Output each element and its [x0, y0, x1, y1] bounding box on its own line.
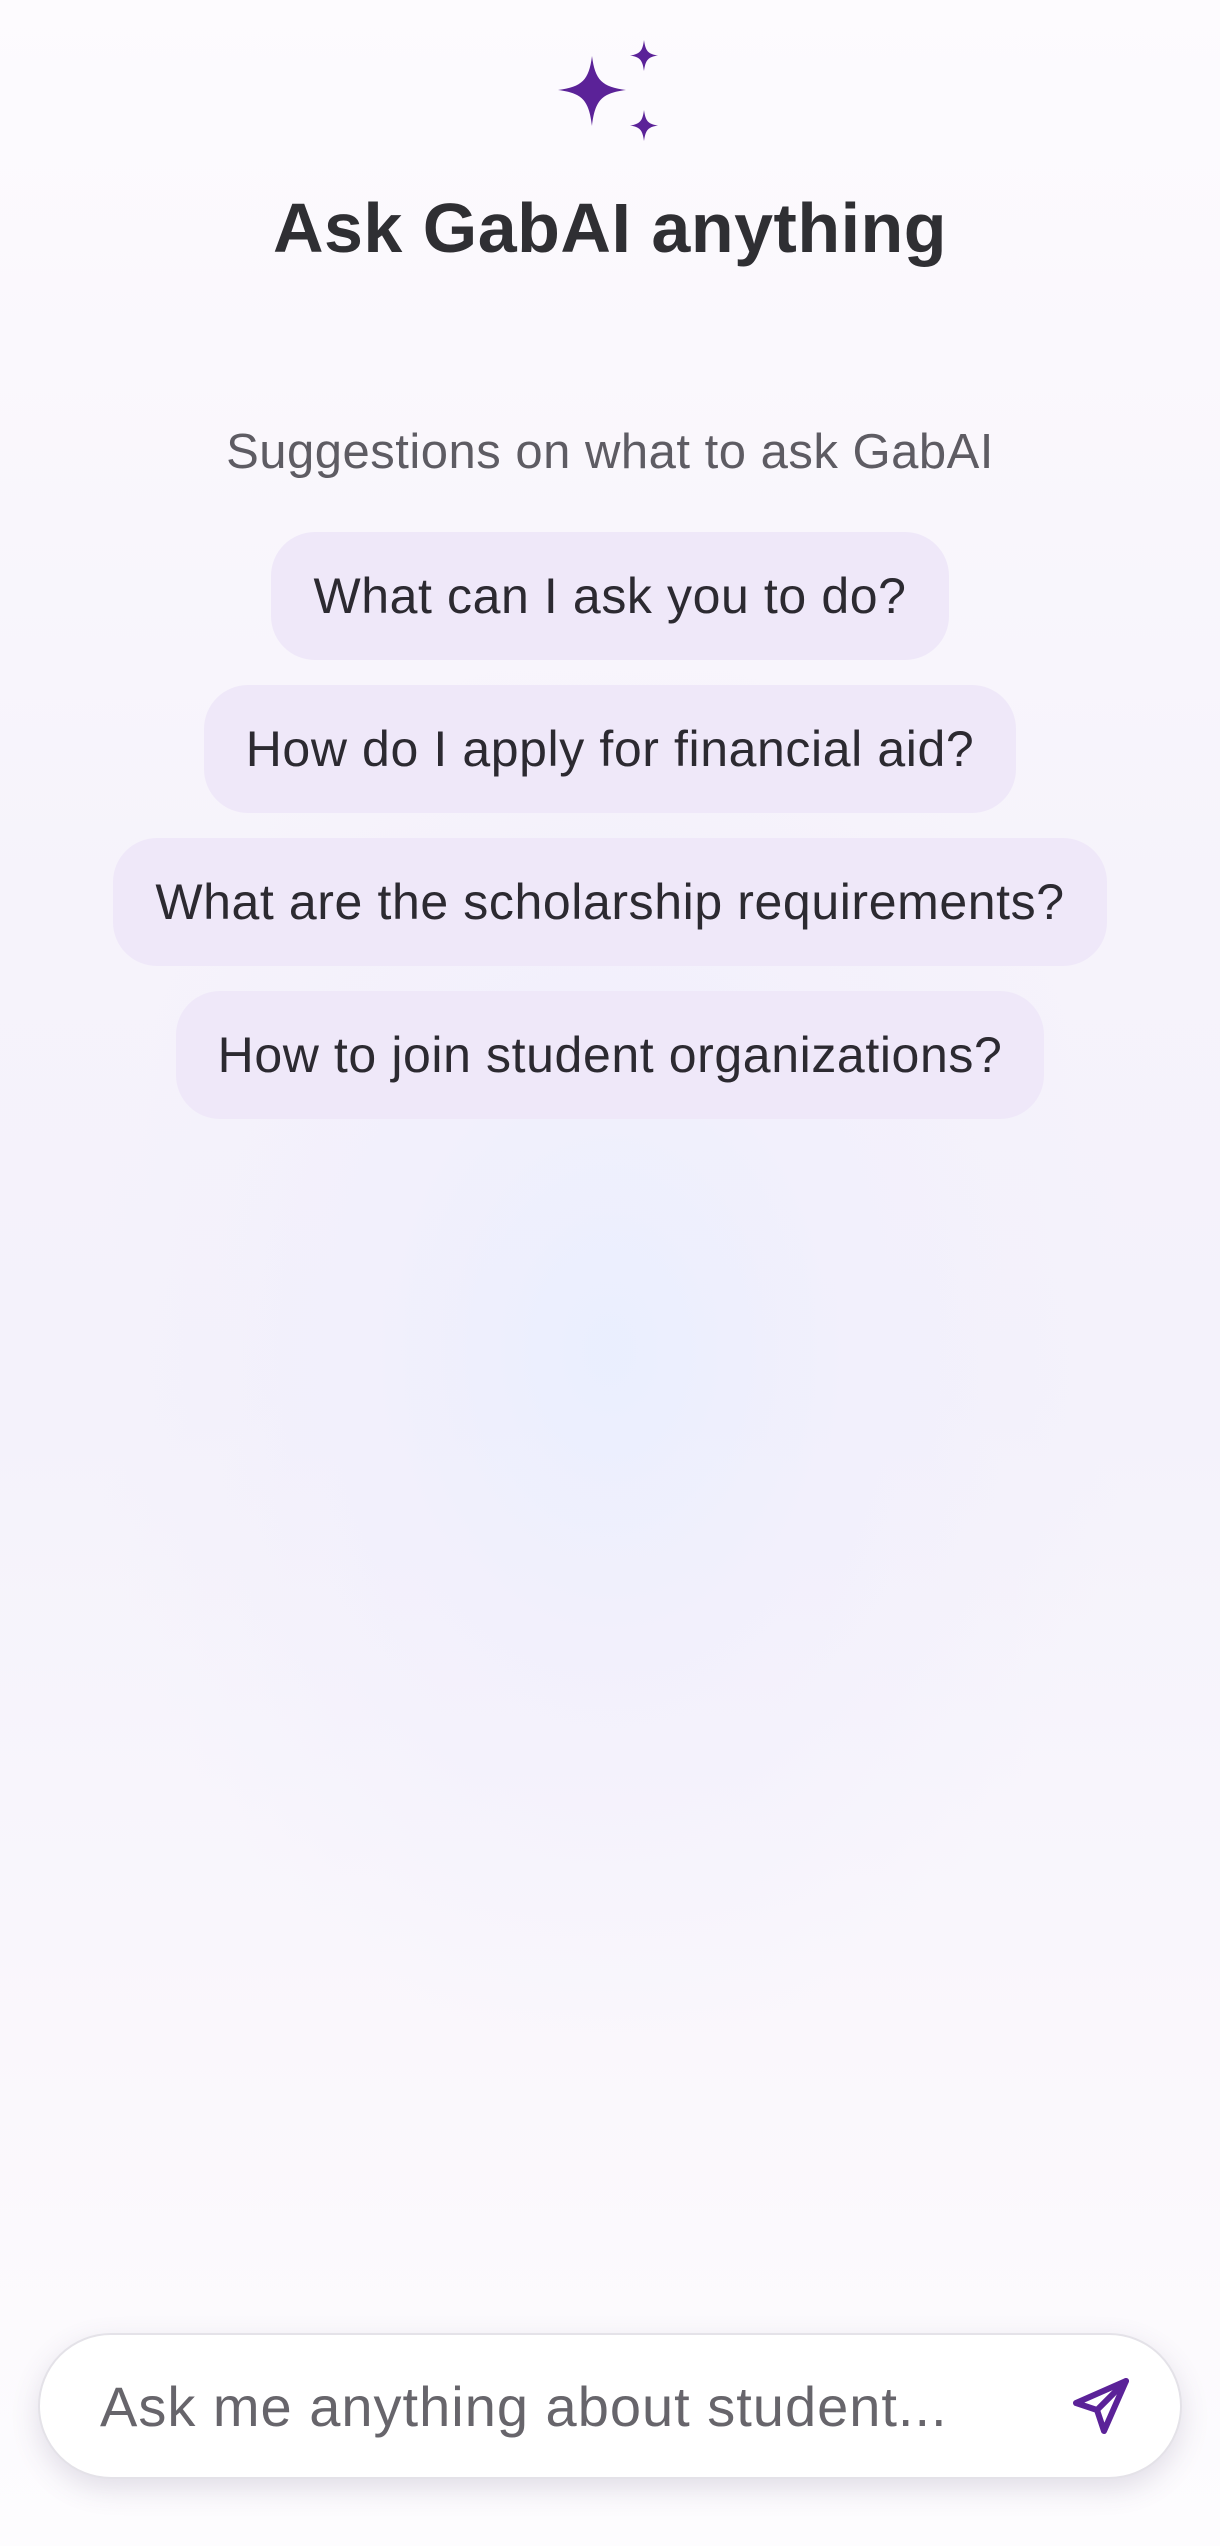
page-title: Ask GabAI anything: [272, 189, 948, 267]
suggestion-list: What can I ask you to do? How do I apply…: [0, 532, 1220, 1119]
message-composer: [38, 2333, 1182, 2479]
sparkles-icon: [558, 40, 658, 141]
suggestion-chip-scholarship-requirements[interactable]: What are the scholarship requirements?: [113, 838, 1107, 966]
suggestions-heading: Suggestions on what to ask GabAI: [226, 425, 994, 479]
suggestion-chip-student-organizations[interactable]: How to join student organizations?: [175, 991, 1045, 1119]
suggestion-chip-financial-aid[interactable]: How do I apply for financial aid?: [203, 685, 1017, 813]
send-button[interactable]: [1062, 2369, 1138, 2445]
message-input[interactable]: [100, 2335, 1040, 2477]
suggestion-chip-ask-what-to-do[interactable]: What can I ask you to do?: [271, 532, 949, 660]
send-icon: [1073, 2378, 1129, 2434]
